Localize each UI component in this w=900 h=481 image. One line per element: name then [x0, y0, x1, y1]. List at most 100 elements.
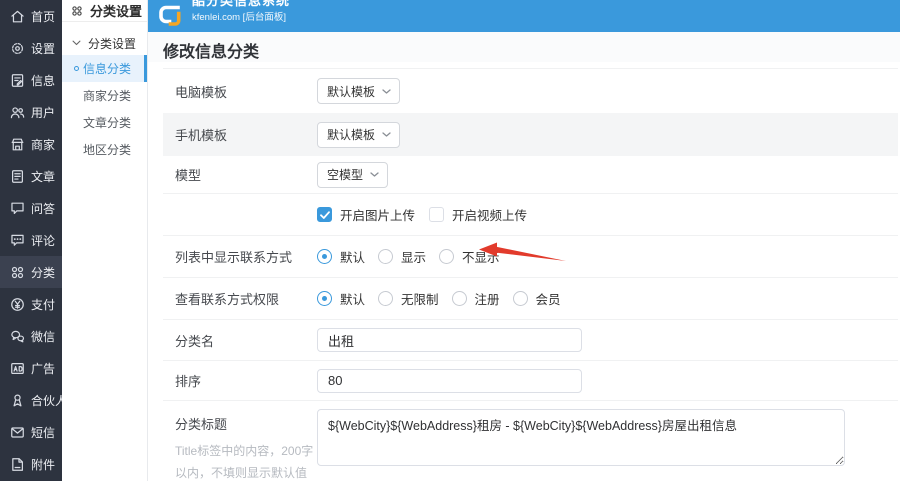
radio-label: 注册	[474, 293, 500, 307]
mobile-template-select[interactable]: 默认模板	[317, 121, 401, 148]
form-row-category-title: 分类标题 Title标签中的内容，200字以内，不填则显示默认值 ${WebCi…	[163, 401, 898, 481]
submenu-item-label: 地区分类	[83, 143, 132, 157]
radio-selected-icon	[317, 249, 332, 264]
checkbox-label: 开启视频上传	[452, 209, 528, 223]
main-sidebar: 首页 设置 信息 用户 商家 文章 问答 评论 分类 支付 微信 广告 合伙人 …	[0, 0, 67, 481]
submenu-item-region-category[interactable]: 地区分类	[62, 136, 147, 163]
sidebar-item-merchants[interactable]: 商家	[0, 128, 62, 160]
radio-selected-icon	[317, 291, 332, 306]
model-select[interactable]: 空模型	[317, 161, 389, 188]
radio-permission-registered[interactable]: 注册	[451, 289, 500, 308]
edit-category-form: 电脑模板 默认模板 手机模板 默认模板 模型 空模型 开启图片上传 开启视频上传…	[163, 68, 898, 481]
home-icon	[9, 8, 26, 25]
sidebar-item-label: 文章	[31, 169, 56, 184]
qa-icon	[9, 200, 26, 217]
category-title-textarea[interactable]: ${WebCity}${WebAddress}租房 - ${WebCity}${…	[317, 409, 845, 466]
radio-contact-display-show[interactable]: 显示	[378, 247, 426, 266]
sidebar-item-attachments[interactable]: 附件	[0, 448, 62, 480]
radio-unselected-icon	[378, 249, 394, 264]
form-row-contact-permission: 查看联系方式权限 默认 无限制 注册 会员	[163, 278, 898, 320]
sort-input[interactable]	[317, 368, 582, 393]
main-content: 修改信息分类 电脑模板 默认模板 手机模板 默认模板 模型 空模型 开启图片上传…	[148, 32, 900, 481]
radio-permission-default[interactable]: 默认	[317, 289, 365, 308]
submenu-item-info-category[interactable]: 信息分类	[62, 55, 147, 82]
active-bullet-icon	[74, 66, 79, 71]
secondary-sidebar: 分类设置 分类设置 信息分类 商家分类 文章分类 地区分类	[62, 0, 148, 481]
sidebar-item-label: 用户	[31, 105, 56, 120]
category-title-label: 分类标题	[175, 417, 228, 432]
sidebar-item-ads[interactable]: 广告	[0, 352, 62, 384]
sidebar-item-settings[interactable]: 设置	[0, 32, 62, 64]
sidebar-item-label: 信息	[31, 73, 56, 88]
chevron-down-icon	[72, 40, 81, 46]
sidebar-item-payment[interactable]: 支付	[0, 288, 62, 320]
submenu-item-label: 文章分类	[83, 116, 132, 130]
gear-icon	[9, 40, 26, 57]
store-icon	[9, 136, 26, 153]
chevron-down-icon	[382, 88, 391, 94]
partner-icon	[9, 392, 26, 409]
submenu-group-toggle[interactable]: 分类设置	[62, 31, 147, 55]
radio-permission-unlimited[interactable]: 无限制	[378, 289, 439, 308]
checkbox-checked-icon	[317, 207, 332, 222]
radio-label: 显示	[401, 251, 427, 265]
sidebar-item-info[interactable]: 信息	[0, 64, 62, 96]
submenu-title: 分类设置	[90, 4, 143, 19]
video-upload-checkbox[interactable]: 开启视频上传	[429, 205, 527, 224]
sidebar-item-label: 首页	[31, 9, 56, 24]
radio-contact-display-default[interactable]: 默认	[317, 247, 365, 266]
sidebar-item-sms[interactable]: 短信	[0, 416, 62, 448]
radio-permission-member[interactable]: 会员	[512, 289, 561, 308]
red-arrow-annotation	[479, 242, 566, 261]
form-row-uploads: 开启图片上传 开启视频上传	[163, 194, 898, 236]
article-icon	[9, 168, 26, 185]
sidebar-item-home[interactable]: 首页	[0, 0, 62, 32]
radio-unselected-icon	[378, 291, 394, 306]
sidebar-item-qa[interactable]: 问答	[0, 192, 62, 224]
sidebar-item-wechat[interactable]: 微信	[0, 320, 62, 352]
model-label: 模型	[175, 168, 202, 183]
chevron-down-icon	[370, 172, 379, 177]
sidebar-item-label: 广告	[31, 361, 56, 376]
checkbox-label: 开启图片上传	[340, 209, 416, 223]
image-upload-checkbox[interactable]: 开启图片上传	[317, 205, 415, 224]
radio-unselected-icon	[512, 291, 528, 306]
submenu-item-label: 商家分类	[83, 89, 132, 103]
info-icon	[9, 72, 26, 89]
sidebar-item-label: 分类	[31, 265, 56, 280]
sidebar-item-comments[interactable]: 评论	[0, 224, 62, 256]
top-header-bar: 酷分类信息系统 kfenlei.com [后台面板]	[148, 0, 900, 32]
category-title-label-block: 分类标题 Title标签中的内容，200字以内，不填则显示默认值	[163, 414, 317, 481]
sort-label: 排序	[175, 374, 202, 389]
select-value: 默认模板	[327, 84, 376, 99]
ad-icon	[9, 360, 26, 377]
category-name-input[interactable]	[317, 328, 582, 352]
mobile-template-label: 手机模板	[175, 128, 228, 143]
app-window: 首页 设置 信息 用户 商家 文章 问答 评论 分类 支付 微信 广告 合伙人 …	[0, 0, 900, 481]
pc-template-select[interactable]: 默认模板	[317, 78, 401, 104]
sidebar-item-label: 商家	[31, 137, 56, 152]
category-grid-icon	[9, 264, 26, 281]
sidebar-item-articles[interactable]: 文章	[0, 160, 62, 192]
submenu-group-label: 分类设置	[88, 36, 137, 51]
attachment-icon	[9, 456, 26, 473]
sidebar-item-categories[interactable]: 分类	[0, 256, 62, 288]
sidebar-item-label: 微信	[31, 329, 56, 344]
radio-label: 会员	[535, 293, 561, 307]
submenu-item-merchant-category[interactable]: 商家分类	[62, 82, 147, 109]
users-icon	[9, 104, 26, 121]
sidebar-item-label: 问答	[31, 201, 56, 216]
pay-icon	[9, 296, 26, 313]
contact-display-label: 列表中显示联系方式	[175, 250, 293, 265]
form-row-category-name: 分类名	[163, 320, 898, 361]
pc-template-label: 电脑模板	[175, 84, 228, 100]
submenu-item-article-category[interactable]: 文章分类	[62, 109, 147, 136]
sidebar-item-partners[interactable]: 合伙人	[0, 384, 67, 416]
radio-label: 默认	[340, 251, 366, 265]
sidebar-item-users[interactable]: 用户	[0, 96, 62, 128]
submenu-item-label: 信息分类	[83, 62, 132, 76]
form-row-pc-template: 电脑模板 默认模板	[163, 69, 898, 113]
category-grid-icon	[72, 5, 82, 16]
submenu-header: 分类设置	[62, 0, 147, 22]
radio-label: 默认	[340, 293, 366, 307]
